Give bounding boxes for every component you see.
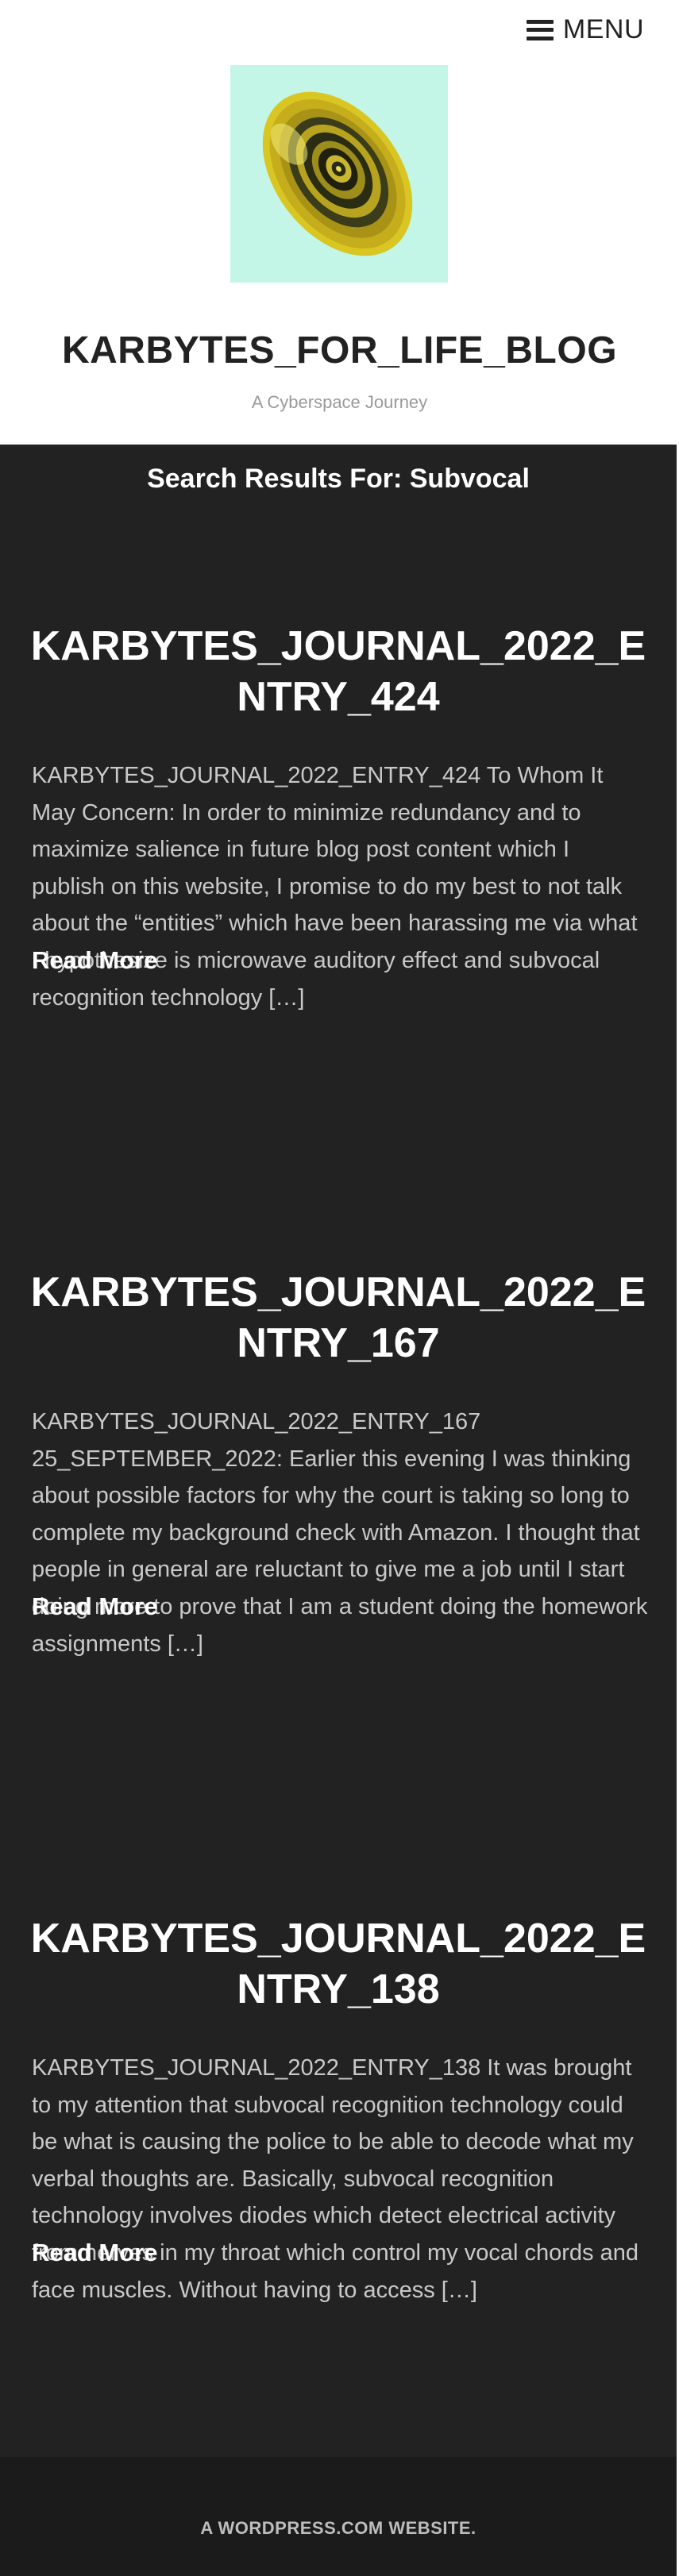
site-logo[interactable] <box>230 65 448 283</box>
site-header: MENU KARBYTES_FOR_LIFE_BLOG A Cyberspace… <box>0 0 679 445</box>
footer-credit-link[interactable]: A WORDPRESS.COM WEBSITE. <box>0 2518 677 2539</box>
menu-toggle-button[interactable]: MENU <box>526 14 644 45</box>
post-title[interactable]: KARBYTES_JOURNAL_2022_ENTRY_138 <box>29 1913 648 2015</box>
post-excerpt: KARBYTES_JOURNAL_2022_ENTRY_424 To Whom … <box>32 763 638 1011</box>
search-results-content: Search Results For: Subvocal KARBYTES_JO… <box>0 445 677 2457</box>
search-results-title: Search Results For: Subvocal <box>147 464 530 494</box>
site-tagline: A Cyberspace Journey <box>251 392 428 412</box>
read-more-link[interactable]: Read More <box>32 2239 157 2267</box>
read-more-link[interactable]: Read More <box>32 946 157 975</box>
site-title[interactable]: KARBYTES_FOR_LIFE_BLOG <box>0 329 679 372</box>
site-footer: A WORDPRESS.COM WEBSITE. <box>0 2457 677 2576</box>
post-title[interactable]: KARBYTES_JOURNAL_2022_ENTRY_424 <box>29 621 648 722</box>
post-excerpt: KARBYTES_JOURNAL_2022_ENTRY_138 It was b… <box>32 2055 638 2303</box>
post-excerpt: KARBYTES_JOURNAL_2022_ENTRY_167 25_SEPTE… <box>32 1409 648 1657</box>
post-title[interactable]: KARBYTES_JOURNAL_2022_ENTRY_167 <box>29 1267 648 1369</box>
spiral-egg-logo-icon <box>230 65 448 283</box>
hamburger-icon <box>526 19 554 40</box>
read-more-link[interactable]: Read More <box>32 1592 157 1621</box>
menu-label: MENU <box>562 14 644 44</box>
